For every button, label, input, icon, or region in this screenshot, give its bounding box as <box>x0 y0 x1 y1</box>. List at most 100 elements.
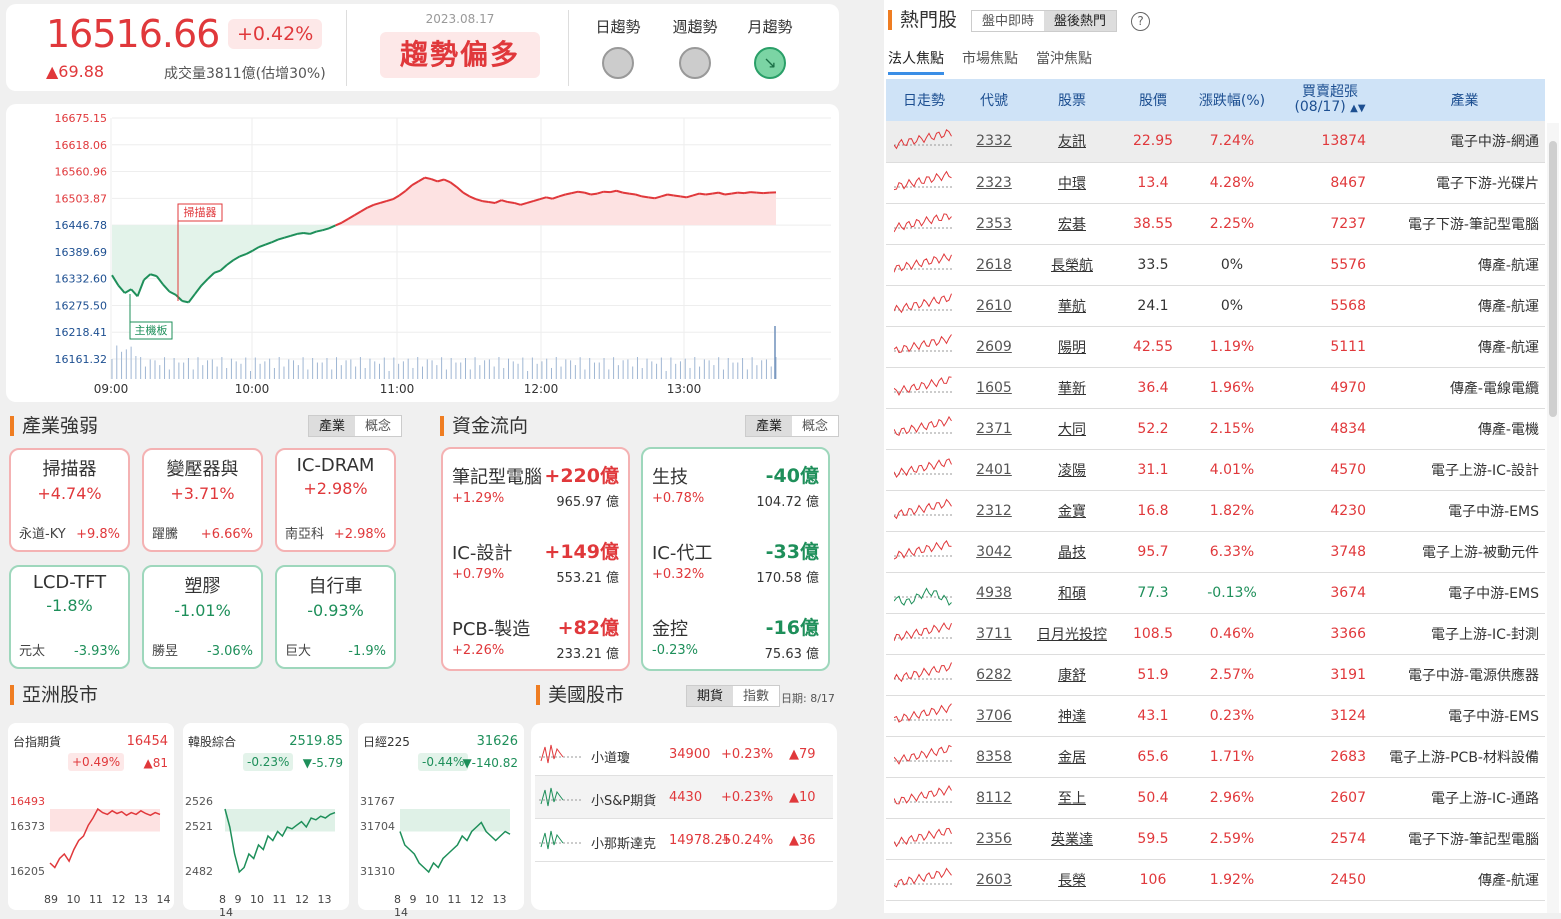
table-row[interactable]: 2603長榮1061.92%2450傳產-航運 <box>886 859 1545 900</box>
stock-code-link[interactable]: 4938 <box>976 585 1012 601</box>
stock-code-link[interactable]: 3042 <box>976 544 1012 560</box>
fund-flow-item[interactable]: PCB-製造+82億+2.26%233.21 億 <box>443 613 628 683</box>
toggle-industry[interactable]: 產業 <box>746 416 792 436</box>
table-row[interactable]: 2356英業達59.52.59%2574電子下游-筆記型電腦 <box>886 818 1545 859</box>
stock-code-link[interactable]: 3711 <box>976 626 1012 642</box>
stock-name-link[interactable]: 神達 <box>1058 709 1086 725</box>
table-row[interactable]: 2353宏碁38.552.25%7237電子下游-筆記型電腦 <box>886 203 1545 244</box>
table-row[interactable]: 2332友訊22.957.24%13874電子中游-網通 <box>886 121 1545 162</box>
fund-flow-item[interactable]: IC-設計+149億+0.79%553.21 億 <box>443 537 628 607</box>
scrollbar[interactable] <box>1547 123 1559 913</box>
tab-market-focus[interactable]: 市場焦點 <box>962 48 1018 75</box>
us-market-row[interactable]: 小S&P期貨4430+0.23%▲10 <box>535 776 833 819</box>
stock-name-link[interactable]: 英業達 <box>1051 832 1093 848</box>
daily-trend[interactable]: 日趨勢 <box>590 16 646 79</box>
monthly-trend[interactable]: 月趨勢 ↘ <box>742 16 798 79</box>
stock-code-link[interactable]: 6282 <box>976 667 1012 683</box>
help-icon[interactable]: ? <box>1131 12 1150 31</box>
stock-name-link[interactable]: 陽明 <box>1058 340 1086 356</box>
us-market-row[interactable]: 小道瓊34900+0.23%▲79 <box>535 733 833 776</box>
stock-code-link[interactable]: 2332 <box>976 133 1012 149</box>
stock-name-link[interactable]: 華新 <box>1058 381 1086 397</box>
table-row[interactable]: 8112至上50.42.96%2607電子上游-IC-通路 <box>886 777 1545 818</box>
table-row[interactable]: 2371大同52.22.15%4834傳產-電機 <box>886 408 1545 449</box>
table-row[interactable]: 6282康舒51.92.57%3191電子中游-電源供應器 <box>886 654 1545 695</box>
toggle-after-hours[interactable]: 盤後熱門 <box>1044 11 1116 31</box>
fund-flow-item[interactable]: IC-代工-33億+0.32%170.58 億 <box>643 537 828 607</box>
stock-name-link[interactable]: 長榮航 <box>1051 258 1093 274</box>
tab-daytrade[interactable]: 當沖焦點 <box>1036 48 1092 75</box>
table-row[interactable]: 3042晶技95.76.33%3748電子上游-被動元件 <box>886 531 1545 572</box>
stock-name-link[interactable]: 晶技 <box>1058 545 1086 561</box>
mini-sparkline <box>539 739 581 769</box>
net-buy-volume: 4570 <box>1276 449 1384 490</box>
asia-market-card[interactable]: 韓股綜合2519.85-0.23%▼-5.792526252124828 9 1… <box>183 723 349 910</box>
net-buy-label: 買賣超張 (08/17) <box>1294 84 1358 115</box>
stock-code-link[interactable]: 2401 <box>976 462 1012 478</box>
stock-name-link[interactable]: 金寶 <box>1058 504 1086 520</box>
scrollbar-thumb[interactable] <box>1549 141 1557 417</box>
stock-name-link[interactable]: 日月光投控 <box>1037 627 1107 643</box>
industry-card[interactable]: 自行車-0.93%巨大-1.9% <box>275 565 396 669</box>
industry-card[interactable]: LCD-TFT-1.8%元太-3.93% <box>9 565 130 669</box>
toggle-index[interactable]: 指數 <box>733 686 779 706</box>
toggle-intraday[interactable]: 盤中即時 <box>972 11 1044 31</box>
stock-code-link[interactable]: 2312 <box>976 503 1012 519</box>
stock-code-link[interactable]: 2610 <box>976 298 1012 314</box>
table-row[interactable]: 2609陽明42.551.19%5111傳產-航運 <box>886 326 1545 367</box>
industry-card[interactable]: 塑膠-1.01%勝昱-3.06% <box>142 565 263 669</box>
stock-name-link[interactable]: 長榮 <box>1058 873 1086 889</box>
stock-name-link[interactable]: 華航 <box>1058 299 1086 315</box>
industry-card[interactable]: 掃描器+4.74%永道-KY+9.8% <box>9 448 130 552</box>
toggle-industry[interactable]: 產業 <box>309 416 355 436</box>
stock-code-link[interactable]: 2609 <box>976 339 1012 355</box>
stock-code-link[interactable]: 2356 <box>976 831 1012 847</box>
stock-code-link[interactable]: 2603 <box>976 872 1012 888</box>
stock-code-link[interactable]: 2618 <box>976 257 1012 273</box>
stock-code-link[interactable]: 8358 <box>976 749 1012 765</box>
stock-code-link[interactable]: 2323 <box>976 175 1012 191</box>
stock-name-link[interactable]: 金居 <box>1058 750 1086 766</box>
table-row[interactable]: 3711日月光投控108.50.46%3366電子上游-IC-封測 <box>886 613 1545 654</box>
intraday-index-chart[interactable]: 16675.1516618.0616560.9616503.8716446.78… <box>6 104 839 402</box>
stock-name-link[interactable]: 大同 <box>1058 422 1086 438</box>
stock-name-link[interactable]: 康舒 <box>1058 668 1086 684</box>
table-row[interactable]: 2323中環13.44.28%8467電子下游-光碟片 <box>886 162 1545 203</box>
stock-code-link[interactable]: 2371 <box>976 421 1012 437</box>
table-row[interactable]: 3706神達43.10.23%3124電子中游-EMS <box>886 695 1545 736</box>
table-row[interactable]: 2312金寶16.81.82%4230電子中游-EMS <box>886 490 1545 531</box>
stock-code-link[interactable]: 8112 <box>976 790 1012 806</box>
annotation-motherboard[interactable]: 主機板 <box>130 294 172 339</box>
stock-code-link[interactable]: 2353 <box>976 216 1012 232</box>
asia-market-card[interactable]: 台指期貨16454+0.49%▲8116493163731620589 10 1… <box>8 723 174 910</box>
stock-name-link[interactable]: 友訊 <box>1058 134 1086 150</box>
industry-card[interactable]: IC-DRAM+2.98%南亞科+2.98% <box>275 448 396 552</box>
index-line-segment <box>680 196 686 197</box>
stock-name-link[interactable]: 凌陽 <box>1058 463 1086 479</box>
us-market-row[interactable]: 小那斯達克14978.25+0.24%▲36 <box>535 819 833 862</box>
stock-name-link[interactable]: 至上 <box>1058 791 1086 807</box>
toggle-concept[interactable]: 概念 <box>355 416 401 436</box>
stock-code-link[interactable]: 1605 <box>976 380 1012 396</box>
toggle-concept[interactable]: 概念 <box>792 416 838 436</box>
stock-name-link[interactable]: 中環 <box>1058 176 1086 192</box>
fund-flow-item[interactable]: 金控-16億-0.23%75.63 億 <box>643 613 828 683</box>
stock-name-link[interactable]: 和碩 <box>1058 586 1086 602</box>
toggle-futures[interactable]: 期貨 <box>687 686 733 706</box>
stock-code-link[interactable]: 3706 <box>976 708 1012 724</box>
weekly-trend[interactable]: 週趨勢 <box>667 16 723 79</box>
tab-institutional[interactable]: 法人焦點 <box>888 48 944 75</box>
table-row[interactable]: 2401凌陽31.14.01%4570電子上游-IC-設計 <box>886 449 1545 490</box>
table-row[interactable]: 8358金居65.61.71%2683電子上游-PCB-材料設備 <box>886 736 1545 777</box>
col-net-buy[interactable]: 買賣超張 (08/17) ▲▼ <box>1276 79 1384 121</box>
table-row[interactable]: 1605華新36.41.96%4970傳產-電線電纜 <box>886 367 1545 408</box>
fund-flow-item[interactable]: 筆記型電腦+220億+1.29%965.97 億 <box>443 461 628 531</box>
stock-name-link[interactable]: 宏碁 <box>1058 217 1086 233</box>
table-row[interactable]: 2610華航24.10%5568傳產-航運 <box>886 285 1545 326</box>
table-row[interactable]: 4938和碩77.3-0.13%3674電子中游-EMS <box>886 572 1545 613</box>
industry-card[interactable]: 變壓器與+3.71%躍騰+6.66% <box>142 448 263 552</box>
asia-market-card[interactable]: 日經22531626-0.44%▼-140.823176731704313108… <box>358 723 524 910</box>
table-row[interactable]: 2618長榮航33.50%5576傳產-航運 <box>886 244 1545 285</box>
stock-name-cell: 宏碁 <box>1026 203 1118 244</box>
fund-flow-item[interactable]: 生技-40億+0.78%104.72 億 <box>643 461 828 531</box>
